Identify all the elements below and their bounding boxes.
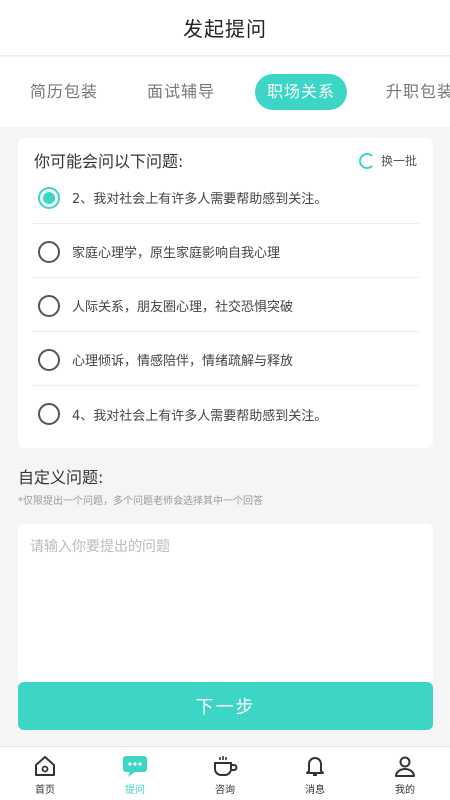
- question-option-text: 人际关系，朋友圈心理，社交恐惧突破: [72, 300, 294, 315]
- tabbar-label: 我的: [395, 785, 415, 796]
- bell-icon: [302, 753, 328, 779]
- app-header: 发起提问: [0, 0, 450, 56]
- question-option[interactable]: 4、我对社会上有许多人需要帮助感到关注。: [32, 388, 419, 440]
- tabbar-label: 提问: [125, 785, 145, 796]
- tabbar-item-profile[interactable]: 我的: [360, 747, 450, 800]
- question-option-text: 4、我对社会上有许多人需要帮助感到关注。: [72, 408, 328, 424]
- tab-promotion[interactable]: 升职包装: [386, 74, 450, 110]
- tabbar-label: 咨询: [215, 785, 235, 796]
- tabbar-item-consult[interactable]: 咨询: [180, 747, 270, 800]
- question-option[interactable]: 家庭心理学，原生家庭影响自我心理: [32, 226, 419, 278]
- suggested-questions-heading: 你可能会问以下问题:: [34, 152, 184, 171]
- refresh-label: 换一批: [380, 154, 417, 168]
- suggested-questions-card: 你可能会问以下问题: 换一批 2、我对社会上有许多人需要帮助感到关注。 家庭心理…: [18, 138, 433, 448]
- radio-selected-icon[interactable]: [38, 186, 60, 209]
- refresh-icon: [358, 152, 375, 169]
- bottom-tab-bar: 首页 提问 咨询 消息 我的: [0, 746, 450, 800]
- custom-question-note: *仅限提出一个问题，多个问题老师会选择其中一个回答: [18, 496, 263, 507]
- tabbar-label: 消息: [305, 785, 325, 796]
- tabbar-item-home[interactable]: 首页: [0, 747, 90, 800]
- tabbar-item-messages[interactable]: 消息: [270, 747, 360, 800]
- radio-icon[interactable]: [38, 403, 60, 425]
- question-option[interactable]: 人际关系，朋友圈心理，社交恐惧突破: [32, 280, 419, 332]
- radio-icon[interactable]: [38, 348, 60, 371]
- category-tabs: 简历包装 面试辅导 职场关系 升职包装: [0, 57, 450, 127]
- chat-icon: [122, 753, 148, 779]
- question-option-text: 心理倾诉，情感陪伴，情绪疏解与释放: [72, 354, 294, 369]
- tabbar-label: 首页: [35, 785, 55, 796]
- next-button[interactable]: 下一步: [18, 682, 433, 730]
- tab-workplace[interactable]: 职场关系: [255, 74, 348, 110]
- radio-icon[interactable]: [38, 294, 60, 317]
- page-title: 发起提问: [183, 17, 267, 41]
- home-icon: [32, 753, 58, 779]
- tab-resume[interactable]: 简历包装: [30, 74, 98, 110]
- coffee-icon: [212, 753, 238, 779]
- question-option[interactable]: 2、我对社会上有许多人需要帮助感到关注。: [32, 172, 419, 224]
- custom-question-input[interactable]: [18, 524, 433, 684]
- refresh-button[interactable]: 换一批: [358, 152, 417, 169]
- question-option-text: 2、我对社会上有许多人需要帮助感到关注。: [72, 192, 328, 207]
- question-option[interactable]: 心理倾诉，情感陪伴，情绪疏解与释放: [32, 334, 419, 386]
- radio-icon[interactable]: [38, 240, 60, 263]
- user-icon: [392, 753, 418, 779]
- question-option-text: 家庭心理学，原生家庭影响自我心理: [72, 246, 281, 261]
- tab-interview[interactable]: 面试辅导: [147, 74, 215, 110]
- custom-question-title: 自定义问题:: [18, 468, 104, 487]
- tabbar-item-ask[interactable]: 提问: [90, 747, 180, 800]
